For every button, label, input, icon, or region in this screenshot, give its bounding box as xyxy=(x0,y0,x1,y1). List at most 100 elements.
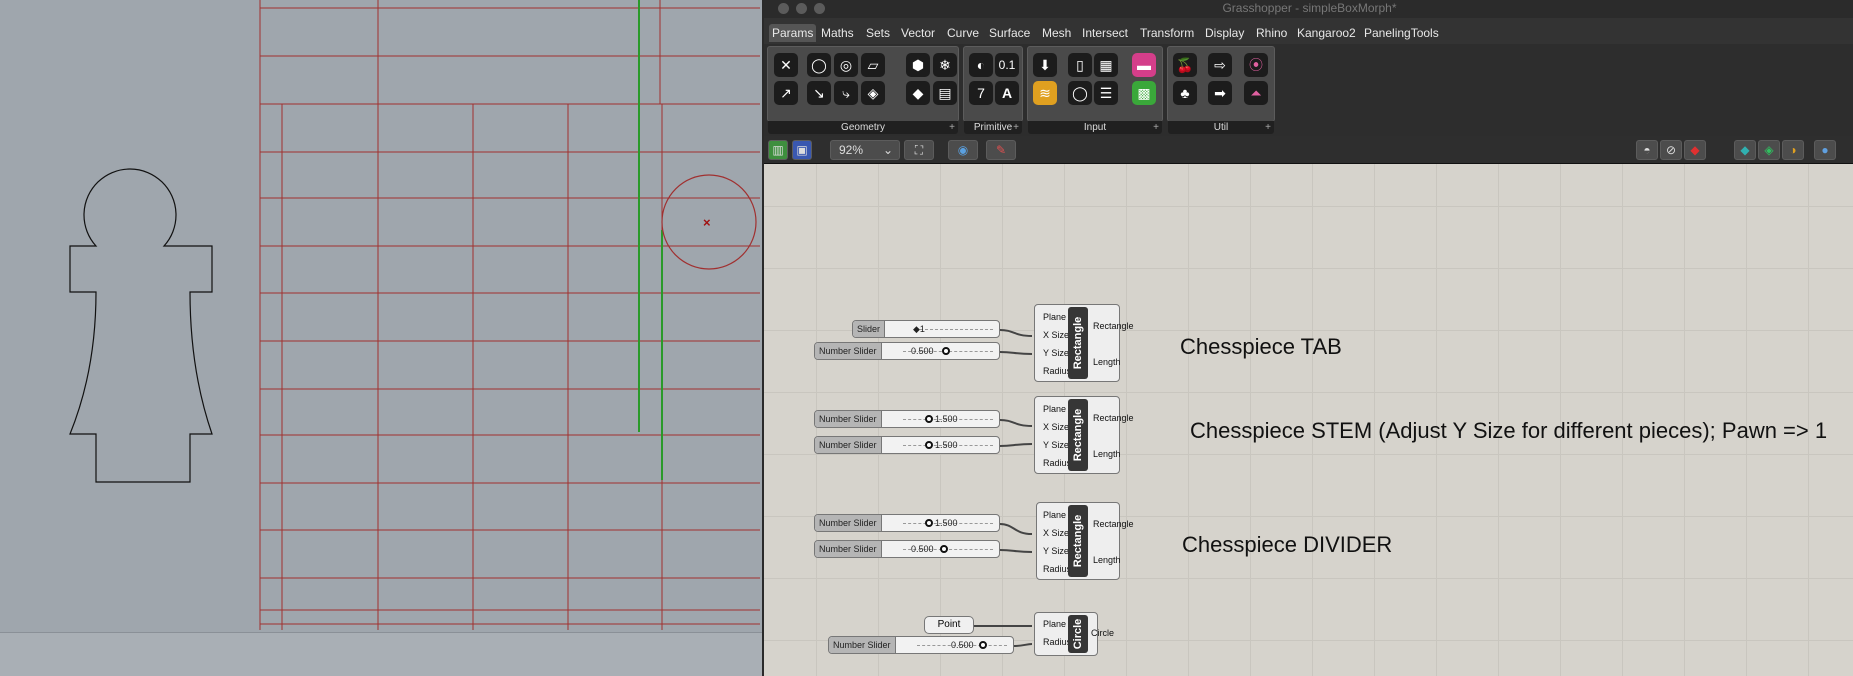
color-swatch-icon[interactable]: ▩ xyxy=(1132,81,1156,105)
slider-tab-x[interactable]: Slider ◆1 xyxy=(852,320,1000,338)
screen: × Grasshopper - simpleBoxMorph* Params M… xyxy=(0,0,1853,676)
slider-knob[interactable] xyxy=(925,415,933,423)
preview-sphere-icon[interactable]: ● xyxy=(1814,140,1836,160)
new-document-icon[interactable]: ▥ xyxy=(768,140,788,160)
window-title: Grasshopper - simpleBoxMorph* xyxy=(1222,1,1397,15)
note-stem: Chesspiece STEM (Adjust Y Size for diffe… xyxy=(1190,418,1828,443)
group-label-primitive: Primitive + xyxy=(964,121,1022,134)
slider-knob[interactable] xyxy=(925,441,933,449)
point-param[interactable]: Point xyxy=(924,616,974,634)
text-param-icon[interactable]: A xyxy=(995,81,1019,105)
ribbon-group-input: ⬇ ▯ ▦ ▬ ≋ ◯ ☰ ▩ Input + xyxy=(1027,46,1163,134)
tab-display[interactable]: Display xyxy=(1205,24,1244,42)
field-param-icon[interactable]: ▤ xyxy=(933,81,957,105)
curve-param-icon[interactable]: ◎ xyxy=(834,53,858,77)
red-grid xyxy=(259,0,760,630)
slider-divider-x[interactable]: Number Slider 1.500 xyxy=(814,514,1000,532)
surface-param-icon[interactable]: ▱ xyxy=(861,53,885,77)
slider-stem-x[interactable]: Number Slider 1.500 xyxy=(814,410,1000,428)
data-output-icon[interactable]: ➡ xyxy=(1208,81,1232,105)
minimize-window-button[interactable] xyxy=(796,3,807,14)
save-document-icon[interactable]: ▣ xyxy=(792,140,812,160)
slider-value: ◆1 xyxy=(913,324,925,334)
preview-off-icon[interactable]: ◓ xyxy=(1636,140,1658,160)
circle-center-marker: × xyxy=(703,215,711,230)
slider-knob[interactable] xyxy=(979,641,987,649)
polyline-param-icon[interactable]: ⤷ xyxy=(834,81,858,105)
close-icon[interactable]: ✕ xyxy=(774,53,798,77)
zoom-window-button[interactable] xyxy=(814,3,825,14)
tab-maths[interactable]: Maths xyxy=(821,24,854,42)
integer-param-icon[interactable]: 7 xyxy=(969,81,993,105)
slider-knob[interactable] xyxy=(925,519,933,527)
boolean-param-icon[interactable]: ◐ xyxy=(969,53,993,77)
slider-knob[interactable] xyxy=(942,347,950,355)
preview-selected-icon[interactable]: ◆ xyxy=(1734,140,1756,160)
cluster-icon[interactable]: ⦿ xyxy=(1244,53,1268,77)
tab-sets[interactable]: Sets xyxy=(866,24,890,42)
window-titlebar: Grasshopper - simpleBoxMorph* xyxy=(764,0,1853,18)
preview-mesh-icon[interactable]: ◈ xyxy=(1758,140,1780,160)
line-param-icon[interactable]: ↘ xyxy=(807,81,831,105)
chesspiece-outline[interactable] xyxy=(69,168,213,483)
canvas-toolbar: ▥ ▣ 92% ⌄ ⛶ ◉ ✎ ◓ ⊘ ◆ ◆ ◈ ◑ ● xyxy=(764,136,1853,164)
cherry-icon[interactable]: 🍒 xyxy=(1173,53,1197,77)
tab-intersect[interactable]: Intersect xyxy=(1082,24,1128,42)
rectangle-component-tab[interactable]: Plane X Size Y Size Radius Rectangle Rec… xyxy=(1034,304,1134,382)
note-divider: Chesspiece DIVIDER xyxy=(1182,532,1393,557)
close-window-button[interactable] xyxy=(778,3,789,14)
grasshopper-canvas[interactable]: Slider ◆1 Number Slider 0.500 Plane X Si… xyxy=(764,164,1853,676)
slider-tab-y[interactable]: Number Slider 0.500 xyxy=(814,342,1000,360)
tab-vector[interactable]: Vector xyxy=(901,24,935,42)
plane-param-icon[interactable]: ◈ xyxy=(861,81,885,105)
preview-eye-icon[interactable]: ◉ xyxy=(948,140,978,160)
chevron-down-icon: ⌄ xyxy=(882,143,893,157)
mesh-param-icon[interactable]: ❄ xyxy=(933,53,957,77)
galapagos-icon[interactable]: ♣ xyxy=(1173,81,1197,105)
tab-surface[interactable]: Surface xyxy=(989,24,1030,42)
brep-param-icon[interactable]: ◆ xyxy=(906,81,930,105)
zoom-extents-icon[interactable]: ⛶ xyxy=(904,140,934,160)
sketch-brush-icon[interactable]: ✎ xyxy=(986,140,1016,160)
ribbon-group-primitive: ◐ 0.1 7 A Primitive + xyxy=(963,46,1023,134)
tab-rhino[interactable]: Rhino xyxy=(1256,24,1287,42)
circle-param-icon[interactable]: ◯ xyxy=(807,53,831,77)
tab-transform[interactable]: Transform xyxy=(1140,24,1194,42)
group-label-util: Util + xyxy=(1168,121,1274,134)
preview-wire-icon[interactable]: ⊘ xyxy=(1660,140,1682,160)
value-list-icon[interactable]: ☰ xyxy=(1094,81,1118,105)
toggle-icon[interactable]: ▯ xyxy=(1068,53,1092,77)
rectangle-component-stem[interactable]: Plane X Size Y Size Radius Rectangle Rec… xyxy=(1034,396,1134,474)
preview-shaded-icon[interactable]: ◆ xyxy=(1684,140,1706,160)
grasshopper-window: Grasshopper - simpleBoxMorph* Params Mat… xyxy=(762,0,1853,676)
graph-mapper-icon[interactable]: ≋ xyxy=(1033,81,1057,105)
note-tab: Chesspiece TAB xyxy=(1180,334,1342,359)
tab-mesh[interactable]: Mesh xyxy=(1042,24,1071,42)
tab-curve[interactable]: Curve xyxy=(947,24,979,42)
slider-stem-y[interactable]: Number Slider 1.500 xyxy=(814,436,1000,454)
rectangle-component-divider[interactable]: Plane X Size Y Size Radius Rectangle Rec… xyxy=(1036,502,1134,580)
slider-icon[interactable]: ⬇ xyxy=(1033,53,1057,77)
flask-icon[interactable]: ⏶ xyxy=(1244,81,1268,105)
dial-icon[interactable]: ◯ xyxy=(1068,81,1092,105)
zoom-dropdown[interactable]: 92% ⌄ xyxy=(830,140,900,160)
preview-document-icon[interactable]: ◑ xyxy=(1782,140,1804,160)
group-label-geometry: Geometry + xyxy=(768,121,958,134)
ribbon-group-util: 🍒 ⇨ ⦿ ♣ ➡ ⏶ Util + xyxy=(1167,46,1275,134)
vector-param-icon[interactable]: ↗ xyxy=(774,81,798,105)
slider-divider-y[interactable]: Number Slider 0.500 xyxy=(814,540,1000,558)
number-param-icon[interactable]: 0.1 xyxy=(995,53,1019,77)
slider-circle-radius[interactable]: Number Slider 0.500 xyxy=(828,636,1014,654)
circle-component[interactable]: Plane Radius Circle Circle xyxy=(1034,612,1114,656)
group-label-input: Input + xyxy=(1028,121,1162,134)
tab-panelingtools[interactable]: PanelingTools xyxy=(1364,24,1439,42)
rhino-viewport[interactable]: × xyxy=(0,0,762,676)
gradient-icon[interactable]: ▬ xyxy=(1132,53,1156,77)
tab-kangaroo2[interactable]: Kangaroo2 xyxy=(1297,24,1356,42)
box-param-icon[interactable]: ⬢ xyxy=(906,53,930,77)
tab-params[interactable]: Params xyxy=(769,24,817,42)
slider-knob[interactable] xyxy=(940,545,948,553)
panel-icon[interactable]: ▦ xyxy=(1094,53,1118,77)
ribbon-group-geometry: ✕ ◯ ◎ ▱ ⬢ ❄ ↗ ↘ ⤷ ◈ ◆ ▤ Geometry + xyxy=(767,46,959,134)
data-input-icon[interactable]: ⇨ xyxy=(1208,53,1232,77)
